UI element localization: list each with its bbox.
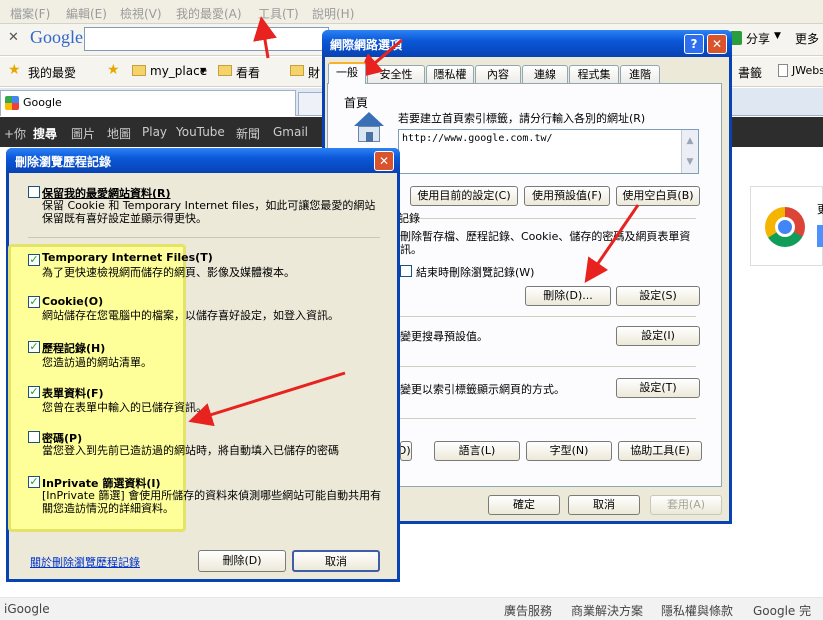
arrow-tools-menu (253, 16, 277, 59)
arrow-delete-button (584, 204, 640, 283)
arrow-highlight-box (188, 371, 346, 427)
annotation-arrows (188, 16, 640, 427)
arrow-general-tab (357, 38, 403, 78)
tab-general[interactable]: 一般 (328, 62, 366, 84)
